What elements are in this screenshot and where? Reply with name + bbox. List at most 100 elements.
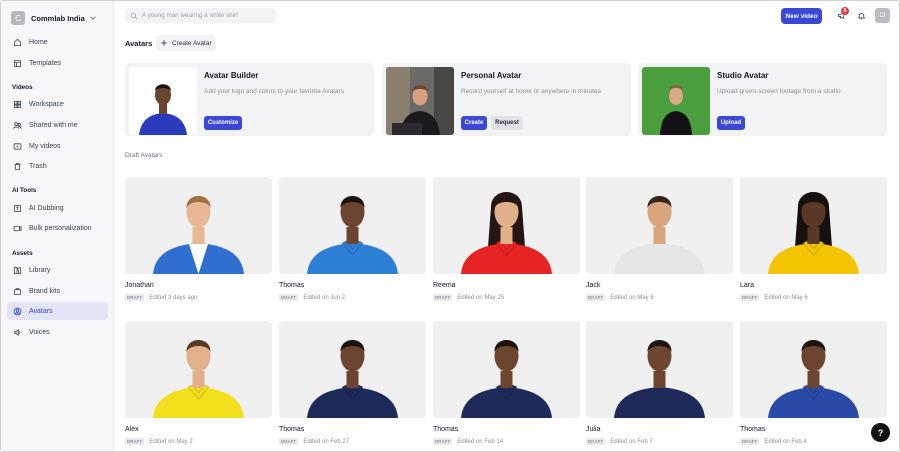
edited-timestamp: Edited on Jun 2 <box>303 294 346 301</box>
sidebar-item-trash[interactable]: Trash <box>7 157 108 175</box>
avatar-meta: DRAFT Edited on May 2 <box>125 438 193 445</box>
sidebar-item-bulk-personalization[interactable]: Bulk personalization <box>7 219 108 237</box>
avatar-meta: DRAFT Edited on Feb 14 <box>433 438 503 445</box>
upload-button[interactable]: Upload <box>717 116 745 130</box>
avatar-thumbnail <box>740 321 887 418</box>
notifications-button[interactable] <box>855 9 867 21</box>
user-avatar[interactable]: CI <box>875 8 890 23</box>
workspace-switcher[interactable]: C Commlab India <box>11 10 103 26</box>
search-placeholder: A young man wearing a white shirt <box>142 12 238 19</box>
avatar-portrait <box>461 192 552 274</box>
avatar-meta: DRAFT Edited on Feb 4 <box>740 438 807 445</box>
workspace-icon <box>13 100 22 108</box>
edited-timestamp: Edited on May 2 <box>149 438 193 445</box>
sidebar-item-label: Brand kits <box>29 287 61 295</box>
avatar-thumbnail <box>279 321 426 418</box>
notification-count-badge: 8 <box>841 7 849 15</box>
avatar-name: Julia <box>586 426 601 433</box>
create-personal-avatar-button[interactable]: Create <box>461 116 487 130</box>
studio-avatar-image <box>642 67 710 135</box>
avatar-builder-card: Avatar Builder Add your logo and colors … <box>125 63 374 136</box>
sidebar-item-ai-dubbing[interactable]: AI Dubbing <box>7 199 108 217</box>
bell-icon <box>857 12 865 20</box>
edited-timestamp: Edited on Feb 7 <box>610 438 653 445</box>
avatar-name: Jack <box>586 282 601 289</box>
avatar-thumbnail <box>433 177 580 274</box>
sidebar-item-brand-kits[interactable]: Brand kits <box>7 282 108 300</box>
avatar-name: Thomas <box>433 426 459 433</box>
voice-icon <box>14 328 21 336</box>
draft-badge: DRAFT <box>586 438 606 445</box>
search-input[interactable]: A young man wearing a white shirt <box>125 8 276 23</box>
sidebar-item-library[interactable]: Library <box>7 261 108 279</box>
sidebar-item-voices[interactable]: Voices <box>7 323 108 341</box>
avatar-portrait <box>614 196 705 274</box>
avatar-meta: DRAFT Edited on May 6 <box>586 294 654 301</box>
avatar-builder-image <box>129 67 197 135</box>
avatar-meta: DRAFT Edited on Jun 2 <box>279 294 345 301</box>
sidebar-item-label: Shared with me <box>29 121 78 129</box>
draft-badge: DRAFT <box>433 294 453 301</box>
sidebar-item-label: My videos <box>29 142 61 150</box>
edited-timestamp: Edited on Feb 27 <box>303 438 350 445</box>
bulk-icon <box>13 225 22 231</box>
avatar-name: Lara <box>740 282 755 289</box>
create-avatar-label: Create Avatar <box>172 39 212 47</box>
avatar-name: Thomas <box>279 282 305 289</box>
edited-timestamp: Edited on May 15 <box>457 294 505 301</box>
draft-badge: DRAFT <box>586 294 606 301</box>
sidebar-item-avatars[interactable]: Avatars <box>7 302 108 320</box>
edited-timestamp: Edited on May 6 <box>610 294 654 301</box>
draft-badge: DRAFT <box>125 438 145 445</box>
avatar-icon <box>13 307 22 315</box>
avatar-name: Thomas <box>740 426 766 433</box>
avatar-meta: DRAFT Edited on May 6 <box>740 294 808 301</box>
sidebar-item-my-videos[interactable]: My videos <box>7 137 108 155</box>
sidebar-item-workspace[interactable]: Workspace <box>7 95 108 113</box>
avatar-meta: DRAFT Edited on Feb 27 <box>279 438 349 445</box>
draft-badge: DRAFT <box>740 294 760 301</box>
draft-badge: DRAFT <box>125 294 145 301</box>
customize-button[interactable]: Customize <box>204 116 242 130</box>
section-title-ai-tools: AI Tools <box>12 187 37 194</box>
avatar-portrait <box>461 340 552 418</box>
personal-avatar-description: Record yourself at home or anywhere in m… <box>461 88 601 95</box>
sidebar-item-label: Bulk personalization <box>29 224 92 232</box>
sidebar-item-home[interactable]: Home <box>7 33 108 51</box>
help-button[interactable]: ? <box>871 423 890 442</box>
personal-avatar-thumbnail <box>386 67 454 135</box>
avatar-thumbnail <box>433 321 580 418</box>
brand-kit-icon <box>13 287 22 295</box>
sidebar-item-label: Templates <box>29 59 61 67</box>
sidebar-item-templates[interactable]: Templates <box>7 54 108 72</box>
edited-timestamp: Edited 3 days ago <box>149 294 198 301</box>
avatar-portrait <box>307 340 398 418</box>
video-icon <box>13 142 22 150</box>
sidebar-item-shared[interactable]: Shared with me <box>7 116 108 134</box>
avatar-thumbnail <box>279 177 426 274</box>
request-button[interactable]: Request <box>491 116 523 130</box>
search-icon <box>130 12 138 19</box>
studio-avatar-card: Studio Avatar Upload green-screen footag… <box>638 63 887 136</box>
plus-icon <box>161 40 167 46</box>
page-title: Avatars <box>125 39 153 48</box>
edited-timestamp: Edited on Feb 14 <box>457 438 504 445</box>
avatar-thumbnail <box>740 177 887 274</box>
avatar-meta: DRAFT Edited on Feb 7 <box>586 438 653 445</box>
avatar-builder-thumbnail <box>129 67 197 135</box>
new-video-button[interactable]: New video <box>781 8 822 24</box>
trash-icon <box>14 162 21 170</box>
shared-icon <box>13 121 22 129</box>
section-title-assets: Assets <box>12 250 33 257</box>
avatar-portrait <box>768 340 859 418</box>
sidebar-item-label: Library <box>29 266 51 274</box>
avatar-portrait <box>153 340 244 418</box>
draft-badge: DRAFT <box>279 438 299 445</box>
avatar-thumbnail <box>125 177 272 274</box>
studio-avatar-title: Studio Avatar <box>717 71 769 80</box>
personal-avatar-image <box>386 67 454 135</box>
avatar-portrait <box>307 196 398 274</box>
chevron-down-icon <box>90 16 96 20</box>
draft-badge: DRAFT <box>433 438 453 445</box>
create-avatar-button[interactable]: Create Avatar <box>156 35 216 51</box>
